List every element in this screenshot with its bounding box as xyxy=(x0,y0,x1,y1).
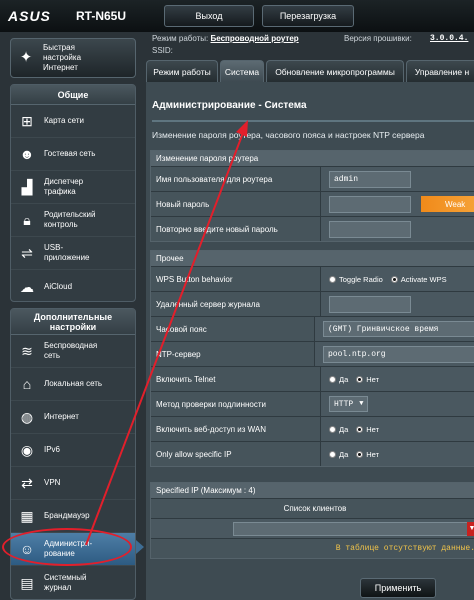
annotation-arrow xyxy=(85,120,248,546)
annotation-highlight-oval xyxy=(2,528,132,566)
